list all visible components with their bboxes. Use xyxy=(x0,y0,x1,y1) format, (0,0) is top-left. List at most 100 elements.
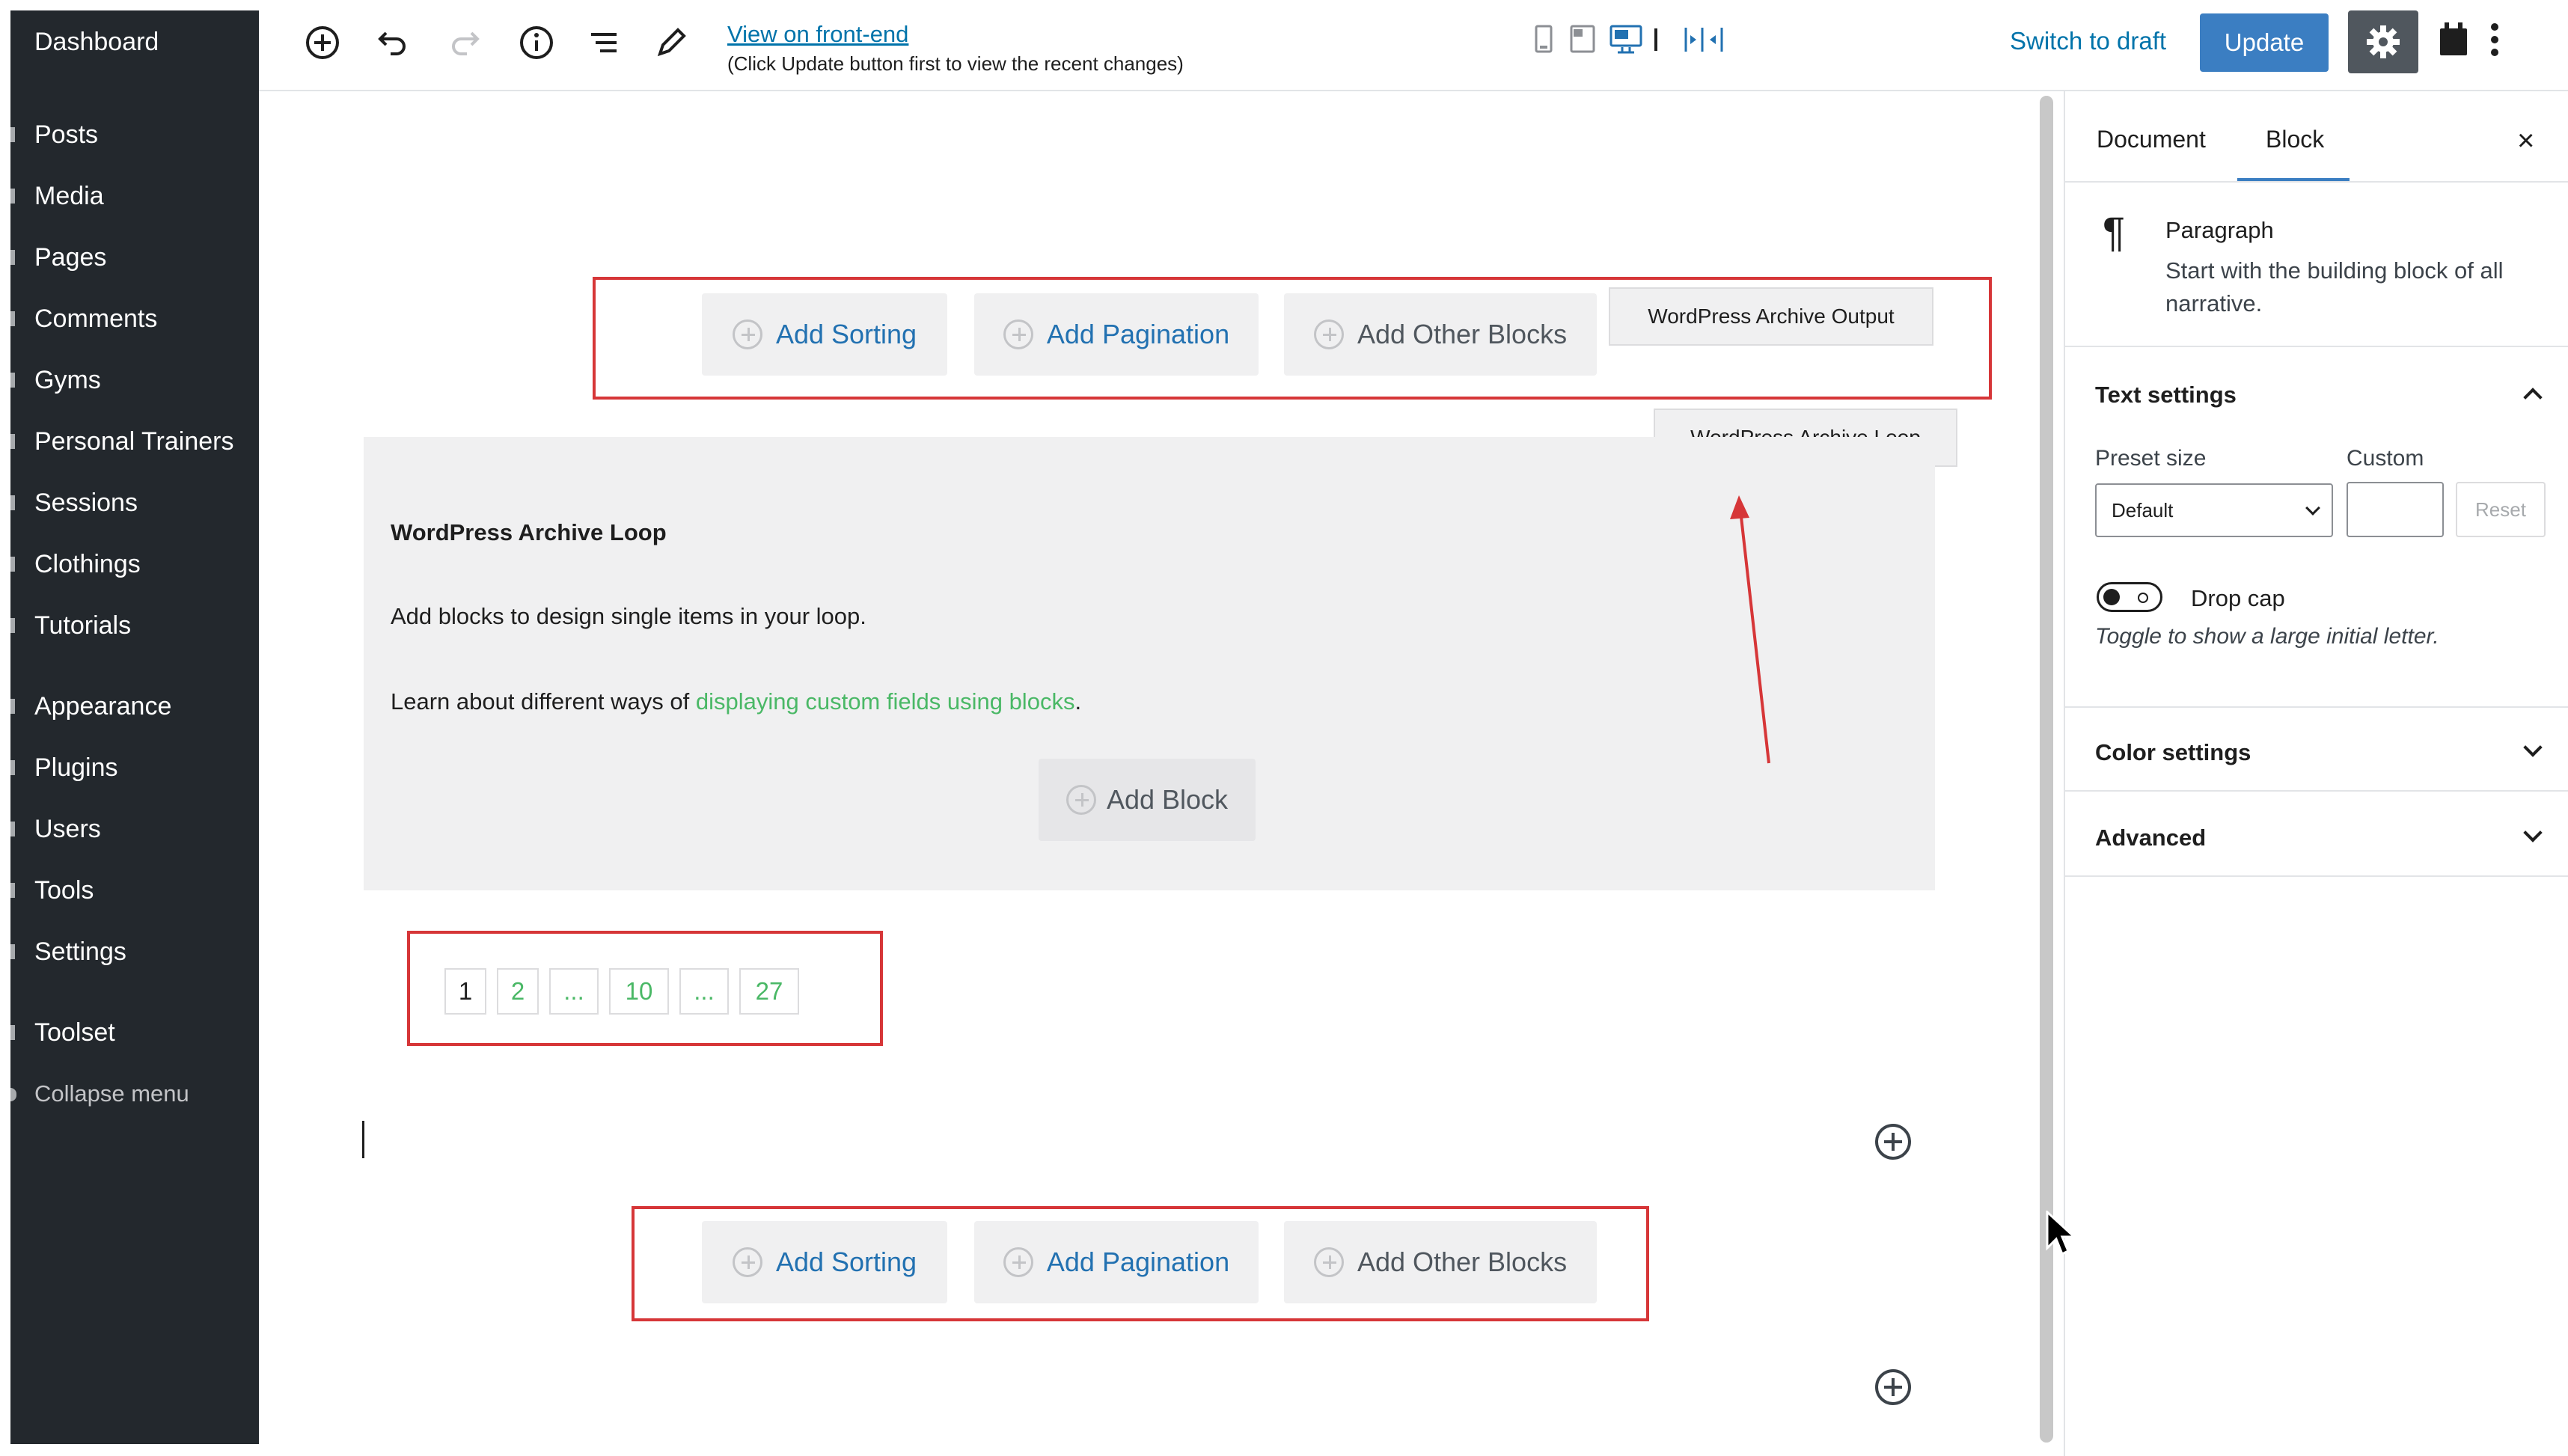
custom-size-input[interactable] xyxy=(2347,482,2444,537)
sidebar-item-gyms[interactable]: Gyms xyxy=(10,358,259,403)
sidebar-item-label: Sessions xyxy=(34,488,138,517)
sidebar-item-tools[interactable]: Tools xyxy=(10,868,259,913)
advanced-heading[interactable]: Advanced xyxy=(2095,825,2206,851)
plus-circle-icon xyxy=(1313,1247,1344,1277)
sidebar-item-label: Gyms xyxy=(34,365,101,394)
edit-icon[interactable] xyxy=(645,16,697,69)
settings-icon xyxy=(10,944,15,959)
page-ellipsis: ... xyxy=(549,968,599,1015)
redo-icon[interactable] xyxy=(438,16,491,69)
appearance-icon xyxy=(10,699,15,714)
chevron-down-icon xyxy=(2305,501,2320,516)
tab-block[interactable]: Block xyxy=(2266,126,2324,153)
block-inserter-icon[interactable] xyxy=(1875,1124,1911,1160)
update-button[interactable]: Update xyxy=(2200,13,2329,72)
divider xyxy=(2065,706,2568,708)
settings-sidebar: Document Block × ¶ Paragraph Start with … xyxy=(2064,91,2568,1456)
add-pagination-label: Add Pagination xyxy=(1046,1247,1230,1277)
add-sorting-label: Add Sorting xyxy=(775,1247,917,1277)
page-number-link[interactable]: 27 xyxy=(739,968,799,1015)
collapse-icon xyxy=(10,1088,16,1101)
sidebar-item-toolset[interactable]: Toolset xyxy=(10,1010,259,1055)
sidebar-item-label: Appearance xyxy=(34,691,172,721)
media-icon xyxy=(10,189,15,204)
toolset-icon xyxy=(10,1025,15,1040)
sidebar-item-label: Clothings xyxy=(34,549,141,578)
sidebar-item-label: Toolset xyxy=(34,1018,115,1047)
plus-circle-icon xyxy=(732,1247,762,1277)
divider xyxy=(2065,790,2568,792)
annotation-arrow-icon xyxy=(1730,495,1770,764)
sidebar-item-label: Posts xyxy=(34,120,99,149)
view-on-front-end-link[interactable]: View on front-end xyxy=(727,21,908,48)
chevron-up-icon[interactable] xyxy=(2523,388,2543,407)
text-caret[interactable] xyxy=(362,1121,364,1158)
more-vertical-icon[interactable] xyxy=(2480,13,2510,66)
close-icon[interactable]: × xyxy=(2517,124,2534,158)
post-type-icon xyxy=(10,618,15,633)
sidebar-item-label: Dashboard xyxy=(34,27,159,56)
preset-size-value: Default xyxy=(2112,498,2174,521)
sidebar-item-plugins[interactable]: Plugins xyxy=(10,745,259,790)
block-inserter-icon[interactable] xyxy=(1875,1369,1911,1405)
plus-circle-icon xyxy=(1003,1247,1033,1277)
chevron-down-icon[interactable] xyxy=(2523,738,2543,757)
page-icon xyxy=(10,250,15,265)
add-other-blocks-button-bottom[interactable]: Add Other Blocks xyxy=(1284,1221,1597,1303)
settings-toggle-button[interactable] xyxy=(2348,10,2418,73)
users-icon xyxy=(10,822,15,836)
info-icon[interactable] xyxy=(510,16,563,69)
add-pagination-button-bottom[interactable]: Add Pagination xyxy=(974,1221,1259,1303)
sidebar-item-personal-trainers[interactable]: Personal Trainers xyxy=(10,419,259,464)
sidebar-item-sessions[interactable]: Sessions xyxy=(10,480,259,525)
add-sorting-button-bottom[interactable]: Add Sorting xyxy=(702,1221,947,1303)
post-type-icon xyxy=(10,495,15,510)
drop-cap-toggle[interactable] xyxy=(2097,582,2162,612)
width-toggle-icon[interactable] xyxy=(1678,13,1730,66)
sidebar-item-appearance[interactable]: Appearance xyxy=(10,684,259,729)
undo-icon[interactable] xyxy=(367,16,419,69)
sidebar-item-label: Plugins xyxy=(34,753,118,782)
toggle-knob xyxy=(2103,589,2120,605)
sidebar-item-dashboard[interactable]: Dashboard xyxy=(10,19,259,64)
separator-icon xyxy=(1645,13,1667,66)
page-ellipsis: ... xyxy=(679,968,729,1015)
sidebar-item-label: Comments xyxy=(34,304,158,333)
collapse-menu-button[interactable]: Collapse menu xyxy=(10,1071,259,1116)
sidebar-item-pages[interactable]: Pages xyxy=(10,235,259,280)
sidebar-item-label: Users xyxy=(34,814,101,843)
sidebar-item-clothings[interactable]: Clothings xyxy=(10,542,259,587)
sidebar-item-label: Settings xyxy=(34,937,126,966)
preset-size-label: Preset size xyxy=(2095,446,2207,471)
sidebar-item-users[interactable]: Users xyxy=(10,807,259,851)
switch-to-draft-button[interactable]: Switch to draft xyxy=(2010,27,2166,55)
tab-document[interactable]: Document xyxy=(2097,126,2206,153)
gear-icon xyxy=(2367,25,2400,58)
sidebar-item-media[interactable]: Media xyxy=(10,174,259,218)
sidebar-item-comments[interactable]: Comments xyxy=(10,296,259,341)
drop-cap-label: Drop cap xyxy=(2191,585,2285,611)
page-number-link[interactable]: 10 xyxy=(609,968,669,1015)
post-type-icon xyxy=(10,373,15,388)
text-settings-heading[interactable]: Text settings xyxy=(2095,382,2237,409)
block-name: Paragraph xyxy=(2165,217,2274,243)
sidebar-item-label: Tutorials xyxy=(34,611,132,640)
list-view-icon[interactable] xyxy=(578,16,630,69)
page-number-link[interactable]: 2 xyxy=(497,968,539,1015)
chevron-down-icon[interactable] xyxy=(2523,823,2543,842)
sidebar-item-settings[interactable]: Settings xyxy=(10,929,259,974)
editor-toolbar: View on front-end (Click Update button f… xyxy=(259,0,2568,91)
add-block-icon[interactable] xyxy=(296,16,349,69)
sidebar-item-tutorials[interactable]: Tutorials xyxy=(10,603,259,648)
color-settings-heading[interactable]: Color settings xyxy=(2095,739,2251,766)
page-number-current: 1 xyxy=(444,968,486,1015)
preset-size-select[interactable]: Default xyxy=(2095,483,2333,537)
plugins-icon xyxy=(10,760,15,775)
tools-icon xyxy=(10,883,15,898)
sidebar-item-posts[interactable]: Posts xyxy=(10,112,259,157)
divider xyxy=(2065,181,2568,183)
reset-button[interactable]: Reset xyxy=(2456,482,2546,537)
comment-icon xyxy=(10,311,15,326)
plugin-icon[interactable] xyxy=(2427,13,2480,66)
admin-sidebar: Dashboard Posts Media Pages Comments Gym… xyxy=(10,10,259,1444)
